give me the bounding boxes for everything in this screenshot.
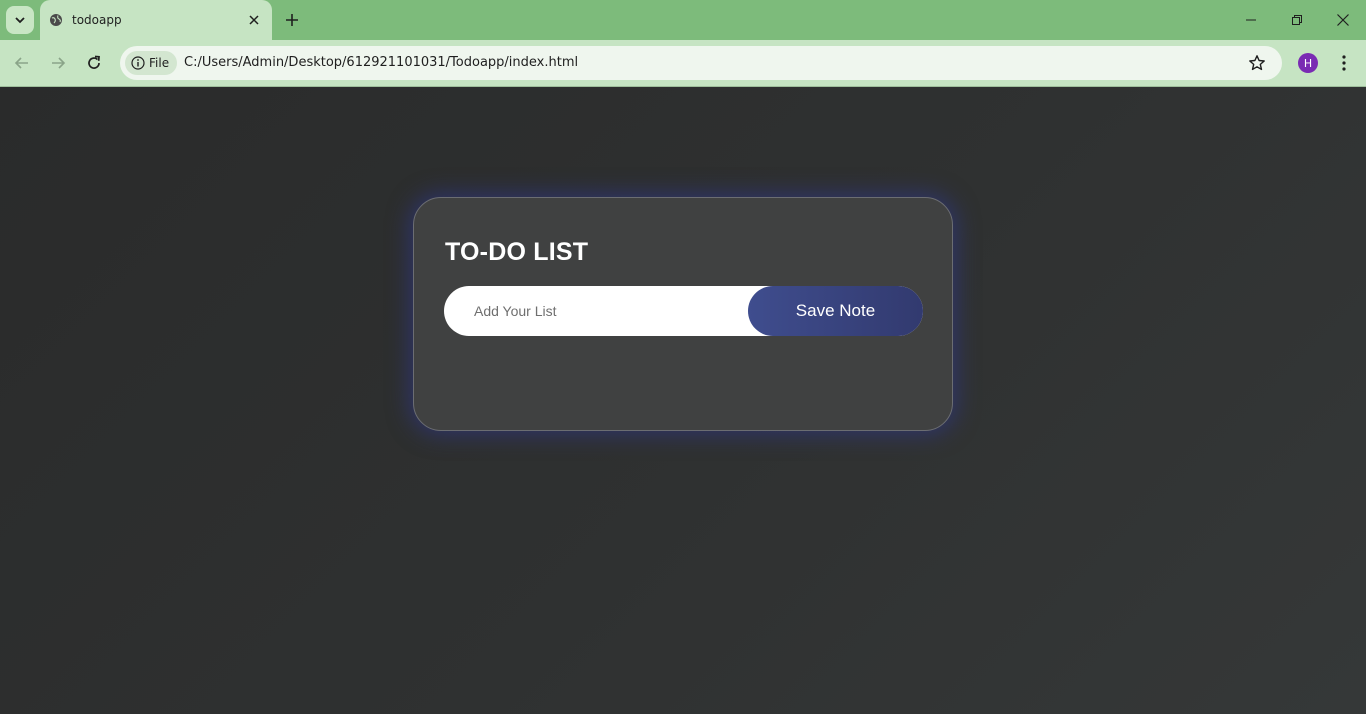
restore-icon [1292,15,1302,25]
tab-search-button[interactable] [6,6,34,34]
info-icon [131,56,145,70]
close-icon [249,15,259,25]
url-text: C:/Users/Admin/Desktop/612921101031/Todo… [184,55,579,70]
arrow-right-icon [52,57,66,69]
browser-menu-button[interactable] [1334,53,1354,73]
new-tab-button[interactable] [282,10,302,30]
back-button[interactable] [10,51,34,75]
profile-avatar[interactable]: H [1298,53,1318,73]
site-info-label: File [149,56,170,70]
browser-toolbar: File C:/Users/Admin/Desktop/612921101031… [0,40,1366,87]
tab-close-button[interactable] [246,12,262,28]
todo-input-row: Save Note [444,286,923,336]
more-vertical-icon [1342,55,1346,71]
browser-tab[interactable]: todoapp [40,0,272,40]
forward-button[interactable] [46,51,70,75]
reload-button[interactable] [82,51,106,75]
arrow-left-icon [14,57,28,69]
page-viewport: TO-DO LIST Save Note [0,87,1366,714]
minimize-button[interactable] [1241,10,1261,30]
minimize-icon [1246,19,1256,21]
plus-icon [286,14,298,26]
close-window-button[interactable] [1333,10,1353,30]
todo-input[interactable] [444,286,764,336]
tab-strip: todoapp [0,0,1366,40]
todo-card: TO-DO LIST Save Note [413,197,953,431]
page-title: TO-DO LIST [445,238,589,266]
reload-icon [88,55,100,69]
tab-title: todoapp [72,13,122,27]
save-note-button[interactable]: Save Note [748,286,923,336]
restore-button[interactable] [1287,10,1307,30]
site-info-chip[interactable]: File [125,51,178,75]
globe-icon [50,14,62,26]
chevron-down-icon [15,17,25,24]
address-bar[interactable]: File C:/Users/Admin/Desktop/612921101031… [120,46,1282,80]
bookmark-star-icon[interactable] [1248,54,1266,72]
close-icon [1337,14,1349,26]
